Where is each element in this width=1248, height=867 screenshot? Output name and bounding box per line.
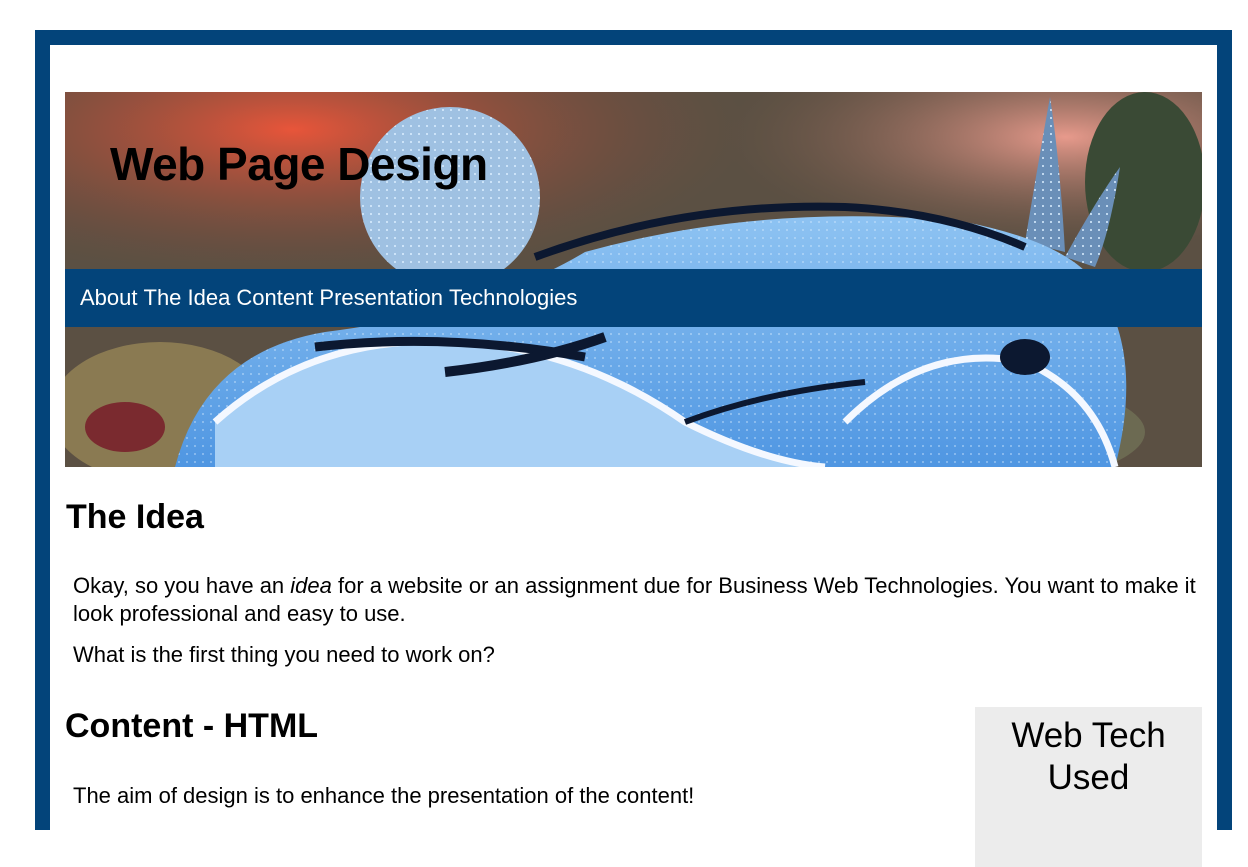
page-container: Web Page Design About The Idea Content P… <box>50 45 1217 867</box>
nav-item-presentation[interactable]: Presentation <box>319 285 443 311</box>
content-paragraph-1: The aim of design is to enhance the pres… <box>73 783 695 808</box>
sidebar-title: Web Tech Used <box>1011 716 1166 797</box>
nav-item-the-idea[interactable]: The Idea <box>144 285 231 311</box>
idea-paragraph-1: Okay, so you have an idea for a website … <box>73 572 1198 628</box>
nav-item-about[interactable]: About <box>80 285 138 311</box>
idea-text-1: Okay, so you have an <box>73 573 291 598</box>
web-tech-sidebar: Web Tech Used <box>975 707 1202 867</box>
header-banner: Web Page Design About The Idea Content P… <box>65 92 1202 467</box>
nav-item-technologies[interactable]: Technologies <box>449 285 577 311</box>
idea-emphasis: idea <box>290 573 332 598</box>
section-heading-idea: The Idea <box>66 498 204 536</box>
page-frame: Web Page Design About The Idea Content P… <box>35 30 1232 867</box>
site-title: Web Page Design <box>110 138 488 190</box>
idea-paragraph-2: What is the first thing you need to work… <box>73 642 495 667</box>
section-heading-content: Content - HTML <box>65 707 319 745</box>
main-nav: About The Idea Content Presentation Tech… <box>65 269 1202 327</box>
nav-item-content[interactable]: Content <box>236 285 313 311</box>
